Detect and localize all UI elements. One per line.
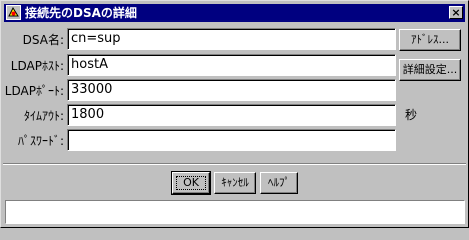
ldap-host-label: LDAPﾎｽﾄ: (10, 59, 64, 73)
dialog-title: 接続先のDSAの詳細 (25, 6, 137, 20)
dsa-details-dialog: 接続先のDSAの詳細 × DSA名: cn=sup ｱﾄﾞﾚｽ... LDAPﾎ… (0, 0, 469, 228)
status-bar (5, 200, 465, 224)
ldap-port-field[interactable]: 33000 (67, 79, 396, 101)
focus-ring (176, 176, 206, 190)
separator (3, 163, 466, 165)
close-button[interactable]: × (449, 6, 463, 19)
password-field[interactable] (67, 129, 396, 151)
help-button[interactable]: ﾍﾙﾌﾟ (260, 172, 298, 194)
password-label: ﾊﾟｽﾜｰﾄﾞ: (17, 134, 64, 148)
advanced-settings-button[interactable]: 詳細設定... (399, 59, 461, 81)
timeout-unit: 秒 (405, 108, 418, 122)
timeout-field[interactable]: 1800 (67, 104, 396, 126)
ok-button[interactable]: OK (171, 171, 211, 195)
ldap-host-field[interactable]: hostA (67, 54, 396, 76)
dsa-name-label: DSA名: (22, 33, 64, 47)
dsa-name-field[interactable]: cn=sup (67, 28, 396, 50)
timeout-label: ﾀｲﾑｱｳﾄ: (23, 109, 64, 123)
title-bar[interactable]: 接続先のDSAの詳細 × (4, 4, 465, 22)
cancel-button[interactable]: ｷｬﾝｾﾙ (214, 172, 256, 194)
address-button[interactable]: ｱﾄﾞﾚｽ... (399, 29, 461, 51)
app-icon (6, 5, 21, 20)
ldap-port-label: LDAPﾎﾟｰﾄ: (4, 84, 64, 98)
